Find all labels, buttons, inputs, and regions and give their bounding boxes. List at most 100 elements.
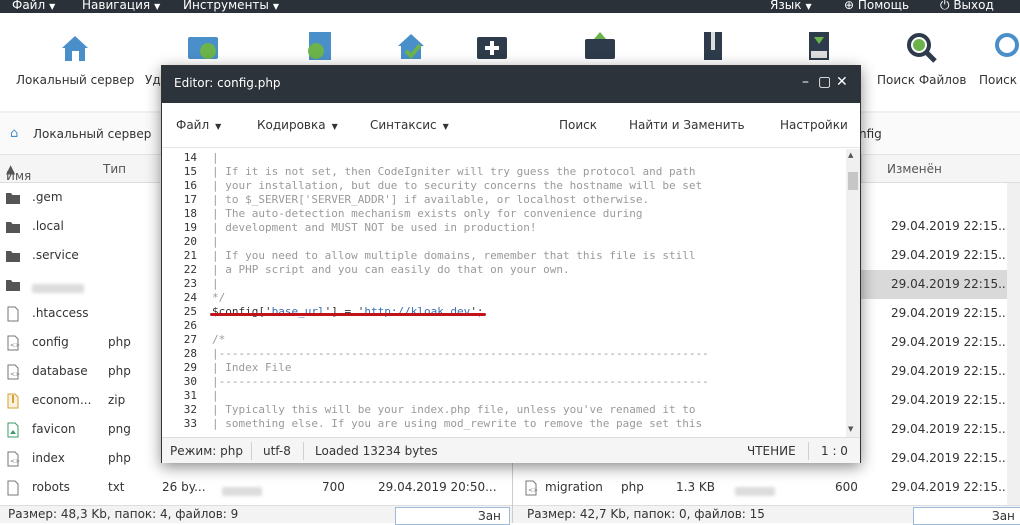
editor-settings-button[interactable]: Настройки bbox=[780, 118, 848, 132]
file-name: econom... bbox=[32, 393, 92, 407]
archive-icon bbox=[704, 32, 722, 60]
code-line: | bbox=[212, 277, 219, 290]
editor-status-bar: Режим: php utf-8 Loaded 13234 bytes ЧТЕН… bbox=[162, 437, 860, 463]
svg-text:<>: <> bbox=[10, 458, 20, 465]
file-modified: 29.04.2019 22:15... bbox=[891, 364, 1010, 378]
col-type-header[interactable]: Тип bbox=[103, 162, 126, 176]
file-name: robots bbox=[32, 480, 70, 494]
file-modified: 29.04.2019 22:15... bbox=[891, 248, 1010, 262]
line-number: 16 bbox=[183, 179, 197, 192]
chevron-down-icon: ▼ bbox=[215, 122, 222, 131]
search-text-icon bbox=[994, 33, 1019, 57]
col-name-header[interactable]: Имя ▲ bbox=[6, 162, 31, 183]
code-line: /* bbox=[212, 333, 226, 346]
file-type: php bbox=[108, 335, 131, 349]
search-files-button[interactable]: Поиск Файлов bbox=[877, 31, 966, 87]
right-panel-scrollbar[interactable] bbox=[1007, 183, 1020, 505]
editor-menu-file[interactable]: Файл ▼ bbox=[176, 118, 221, 132]
file-name: .local bbox=[32, 219, 64, 233]
menu-logout[interactable]: ⏻ Выход bbox=[940, 0, 994, 13]
file-name: migration bbox=[545, 480, 603, 494]
minimize-icon[interactable]: – bbox=[802, 74, 809, 90]
code-line: | bbox=[212, 151, 219, 164]
file-row[interactable]: robots txt 26 by... 700 29.04.2019 20:50... bbox=[0, 473, 512, 502]
code-line: | The auto-detection mechanism exists on… bbox=[212, 207, 643, 220]
line-gutter: 14 15 16 17 18 19 20 21 22 23 24 25 26 27 28 29 30 31 32 33 bbox=[162, 149, 208, 437]
editor-menu-encoding[interactable]: Кодировка ▼ bbox=[257, 118, 338, 132]
status-access: ЧТЕНИЕ bbox=[747, 444, 796, 458]
code-line: $config['base_url'] = 'http://kloak.dev'… bbox=[212, 305, 484, 318]
file-row[interactable]: <> migration php 1.3 KB 600 29.04.2019 22:15.… bbox=[513, 473, 1010, 502]
code-scrollbar[interactable]: ▲ ▼ bbox=[846, 149, 860, 437]
chevron-down-icon: ▼ bbox=[805, 2, 812, 11]
code-line: | bbox=[212, 389, 219, 402]
svg-text:<>: <> bbox=[10, 342, 20, 349]
line-number: 23 bbox=[183, 277, 197, 290]
status-position: 1 : 0 bbox=[821, 444, 848, 458]
highlight-underline bbox=[210, 313, 486, 316]
file-type: zip bbox=[108, 393, 126, 407]
line-number: 18 bbox=[183, 207, 197, 220]
scroll-up-icon[interactable]: ▲ bbox=[848, 151, 853, 159]
left-panel-button[interactable]: Зан bbox=[395, 507, 510, 525]
left-panel-location[interactable]: Локальный сервер bbox=[33, 127, 151, 141]
home-icon: ⌂ bbox=[10, 126, 19, 141]
line-number: 14 bbox=[183, 151, 197, 164]
chevron-down-icon: ▼ bbox=[442, 122, 449, 131]
code-line: | bbox=[212, 235, 219, 248]
right-panel-button[interactable]: Зан bbox=[913, 507, 1020, 525]
menu-help[interactable]: ⊕ Помощь bbox=[844, 0, 909, 13]
file-name: .gem bbox=[32, 190, 63, 204]
code-file-icon: <> bbox=[5, 335, 21, 351]
file-permissions: 600 bbox=[835, 480, 858, 494]
zip-icon bbox=[809, 32, 829, 60]
col-modified-header[interactable]: Изменён bbox=[887, 162, 942, 176]
file-modified: 29.04.2019 22:15... bbox=[891, 480, 1010, 494]
line-number: 24 bbox=[183, 291, 197, 304]
editor-title-bar[interactable]: Editor: config.php – ▢ ✕ bbox=[162, 66, 860, 103]
file-type: txt bbox=[108, 480, 125, 494]
code-area[interactable]: 14 15 16 17 18 19 20 21 22 23 24 25 26 27 28 29 30 31 32 33… bbox=[162, 149, 846, 437]
close-icon[interactable]: ✕ bbox=[836, 74, 848, 90]
menu-file[interactable]: Файл ▼ bbox=[12, 0, 55, 13]
menu-language[interactable]: Язык ▼ bbox=[770, 0, 812, 13]
file-icon bbox=[5, 480, 21, 496]
chevron-down-icon: ▼ bbox=[49, 2, 56, 11]
line-number: 30 bbox=[183, 375, 197, 388]
file-size: 26 by... bbox=[162, 480, 206, 494]
right-panel-location[interactable]: nfig bbox=[859, 127, 882, 141]
line-number: 29 bbox=[183, 361, 197, 374]
image-file-icon bbox=[5, 422, 21, 438]
editor-menu-syntax[interactable]: Синтаксис ▼ bbox=[370, 118, 449, 132]
folder-icon bbox=[5, 219, 21, 235]
editor-find-replace-button[interactable]: Найти и Заменить bbox=[629, 118, 745, 132]
file-name: .htaccess bbox=[32, 306, 89, 320]
line-number: 31 bbox=[183, 389, 197, 402]
svg-text:<>: <> bbox=[10, 371, 20, 378]
line-number: 33 bbox=[183, 417, 197, 430]
chevron-down-icon: ▼ bbox=[331, 122, 338, 131]
code-line: | If it is not set, then CodeIgniter wil… bbox=[212, 165, 696, 178]
file-name: config bbox=[32, 335, 69, 349]
upload-folder-icon bbox=[585, 32, 615, 59]
file-type: php bbox=[108, 364, 131, 378]
top-menu-bar: Файл ▼ Навигация ▼ Инструменты ▼ Язык ▼ ⊕ По… bbox=[0, 0, 1020, 13]
search-text-button[interactable]: Поиск Т bbox=[979, 31, 1020, 87]
new-folder-icon bbox=[477, 37, 507, 59]
menu-tools[interactable]: Инструменты ▼ bbox=[183, 0, 279, 13]
status-loaded: Loaded 13234 bytes bbox=[315, 444, 438, 458]
file-name: index bbox=[32, 451, 65, 465]
chevron-down-icon: ▼ bbox=[154, 2, 161, 11]
line-number: 32 bbox=[183, 403, 197, 416]
scroll-thumb[interactable] bbox=[848, 172, 858, 190]
scroll-down-icon[interactable]: ▼ bbox=[848, 425, 853, 433]
file-modified: 29.04.2019 22:15... bbox=[891, 393, 1010, 407]
editor-search-button[interactable]: Поиск bbox=[559, 118, 597, 132]
line-number: 21 bbox=[183, 249, 197, 262]
menu-navigation[interactable]: Навигация ▼ bbox=[82, 0, 160, 13]
file-modified: 29.04.2019 22:15... bbox=[891, 335, 1010, 349]
status-encoding: utf-8 bbox=[263, 444, 291, 458]
maximize-icon[interactable]: ▢ bbox=[818, 74, 831, 90]
local-server-button[interactable]: Локальный сервер bbox=[16, 31, 134, 87]
left-column-header: Имя ▲ Тип bbox=[0, 155, 160, 183]
